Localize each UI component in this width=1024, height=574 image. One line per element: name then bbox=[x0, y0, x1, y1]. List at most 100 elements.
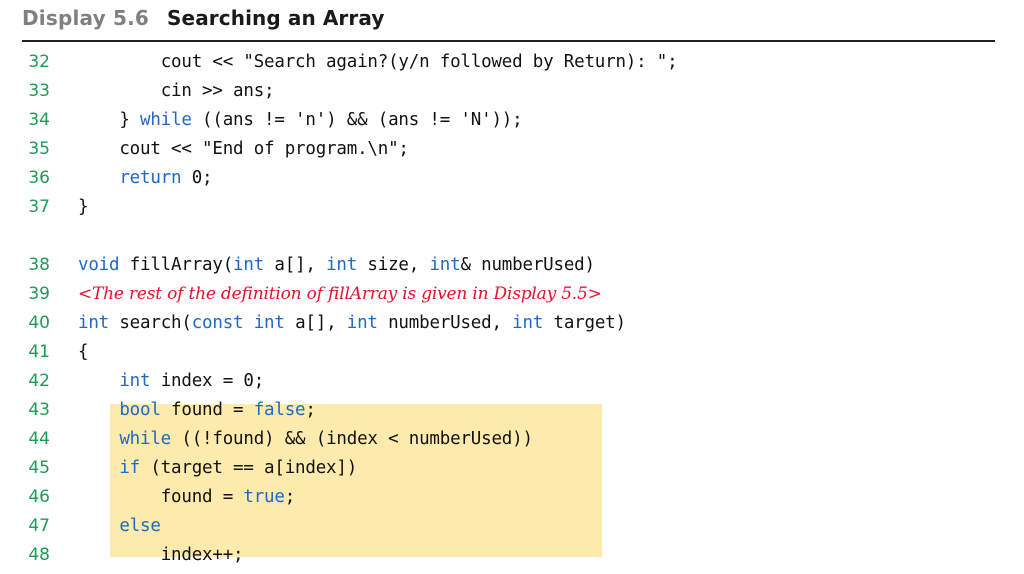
code-keyword: int bbox=[512, 313, 544, 333]
code-token: search( bbox=[109, 313, 192, 333]
code-token: fillArray( bbox=[119, 255, 234, 275]
line-number: 46 bbox=[28, 487, 50, 507]
line-number: 42 bbox=[28, 371, 50, 391]
code-text: void fillArray(int a[], int size, int& n… bbox=[78, 255, 595, 275]
code-text: } bbox=[78, 197, 89, 217]
display-header: Display 5.6 Searching an Array bbox=[22, 6, 996, 36]
code-line: 44 while ((!found) && (index < numberUse… bbox=[0, 429, 1024, 458]
code-line: 43 bool found = false; bbox=[0, 400, 1024, 429]
code-text: cout << "End of program.\n"; bbox=[78, 139, 409, 159]
code-token: } bbox=[78, 197, 89, 217]
line-number: 41 bbox=[28, 342, 50, 362]
code-token: size, bbox=[357, 255, 430, 275]
code-token: found = bbox=[160, 400, 254, 420]
code-line: 41 { bbox=[0, 342, 1024, 371]
code-line: 46 found = true; bbox=[0, 487, 1024, 516]
code-line: 42 int index = 0; bbox=[0, 371, 1024, 400]
code-keyword: int bbox=[78, 313, 110, 333]
line-number: 34 bbox=[28, 110, 50, 130]
display-number-label: Display 5.6 bbox=[22, 6, 150, 30]
code-token: numberUsed, bbox=[377, 313, 513, 333]
code-keyword: true bbox=[243, 487, 285, 507]
line-number: 39 bbox=[28, 284, 50, 304]
code-line: 40 int search(const int a[], int numberUs… bbox=[0, 313, 1024, 342]
code-line: 33 cin >> ans; bbox=[0, 81, 1024, 110]
code-token: & numberUsed) bbox=[460, 255, 595, 275]
code-listing: 32 cout << "Search again?(y/n followed b… bbox=[0, 52, 1024, 574]
code-keyword: bool bbox=[119, 400, 161, 420]
code-text: bool found = false; bbox=[78, 400, 316, 420]
code-text: <The rest of the definition of fillArray… bbox=[78, 284, 602, 304]
code-keyword: while bbox=[140, 110, 192, 130]
code-text: return 0; bbox=[78, 168, 212, 188]
code-line: 36 return 0; bbox=[0, 168, 1024, 197]
code-token: { bbox=[78, 342, 89, 362]
line-number: 36 bbox=[28, 168, 50, 188]
code-text: int search(const int a[], int numberUsed… bbox=[78, 313, 626, 333]
code-token: target) bbox=[543, 313, 626, 333]
line-number: 32 bbox=[28, 52, 50, 72]
code-token: ; bbox=[284, 487, 296, 507]
line-number: 38 bbox=[28, 255, 50, 275]
code-token: index = 0; bbox=[150, 371, 265, 391]
line-number: 43 bbox=[28, 400, 50, 420]
code-token: cout << "End of program.\n"; bbox=[119, 139, 409, 159]
page-title: Searching an Array bbox=[167, 6, 385, 30]
code-line: 37} bbox=[0, 197, 1024, 226]
line-number: 48 bbox=[28, 545, 50, 565]
code-line: 32 cout << "Search again?(y/n followed b… bbox=[0, 52, 1024, 81]
code-line: 34 } while ((ans != 'n') && (ans != 'N')… bbox=[0, 110, 1024, 139]
code-line: 45 if (target == a[index]) bbox=[0, 458, 1024, 487]
code-token: index++; bbox=[160, 545, 244, 565]
code-keyword: int bbox=[346, 313, 378, 333]
line-number: 47 bbox=[28, 516, 50, 536]
code-token: found = bbox=[160, 487, 244, 507]
code-keyword: false bbox=[253, 400, 306, 420]
line-number: 35 bbox=[28, 139, 50, 159]
display-page: Display 5.6 Searching an Array 32 cout <… bbox=[0, 0, 1024, 565]
code-line: 39 <The rest of the definition of fillArr… bbox=[0, 284, 1024, 313]
code-text: cin >> ans; bbox=[78, 81, 275, 101]
code-line: 35 cout << "End of program.\n"; bbox=[0, 139, 1024, 168]
code-keyword: void bbox=[78, 255, 120, 275]
code-token: ((!found) && (index < numberUsed)) bbox=[171, 429, 533, 449]
header-divider bbox=[22, 40, 995, 42]
code-token: a[], bbox=[264, 255, 327, 275]
code-token: cout << "Search again?(y/n followed by R… bbox=[160, 52, 678, 72]
code-text: cout << "Search again?(y/n followed by R… bbox=[78, 52, 678, 72]
code-keyword: int bbox=[429, 255, 461, 275]
code-token: 0; bbox=[181, 168, 213, 188]
code-token: cin >> ans; bbox=[160, 81, 275, 101]
code-keyword: else bbox=[119, 516, 161, 536]
code-text: else bbox=[78, 516, 161, 536]
code-text: if (target == a[index]) bbox=[78, 458, 357, 478]
code-token: ((ans != 'n') && (ans != 'N')); bbox=[191, 110, 523, 130]
line-number: 40 bbox=[28, 313, 50, 333]
code-line: 48 index++; bbox=[0, 545, 1024, 574]
line-number: 33 bbox=[28, 81, 50, 101]
code-token: (target == a[index]) bbox=[140, 458, 358, 478]
code-text: int index = 0; bbox=[78, 371, 264, 391]
line-number: 45 bbox=[28, 458, 50, 478]
code-line: 38 void fillArray(int a[], int size, int&… bbox=[0, 255, 1024, 284]
code-text: { bbox=[78, 342, 89, 362]
code-annotation: <The rest of the definition of bbox=[78, 284, 328, 304]
code-keyword: int bbox=[326, 255, 358, 275]
code-line: 47 else bbox=[0, 516, 1024, 545]
code-keyword: while bbox=[119, 429, 172, 449]
code-text: while ((!found) && (index < numberUsed)) bbox=[78, 429, 533, 449]
code-keyword: int bbox=[233, 255, 265, 275]
code-annotation-identifier: fillArray bbox=[327, 284, 398, 304]
